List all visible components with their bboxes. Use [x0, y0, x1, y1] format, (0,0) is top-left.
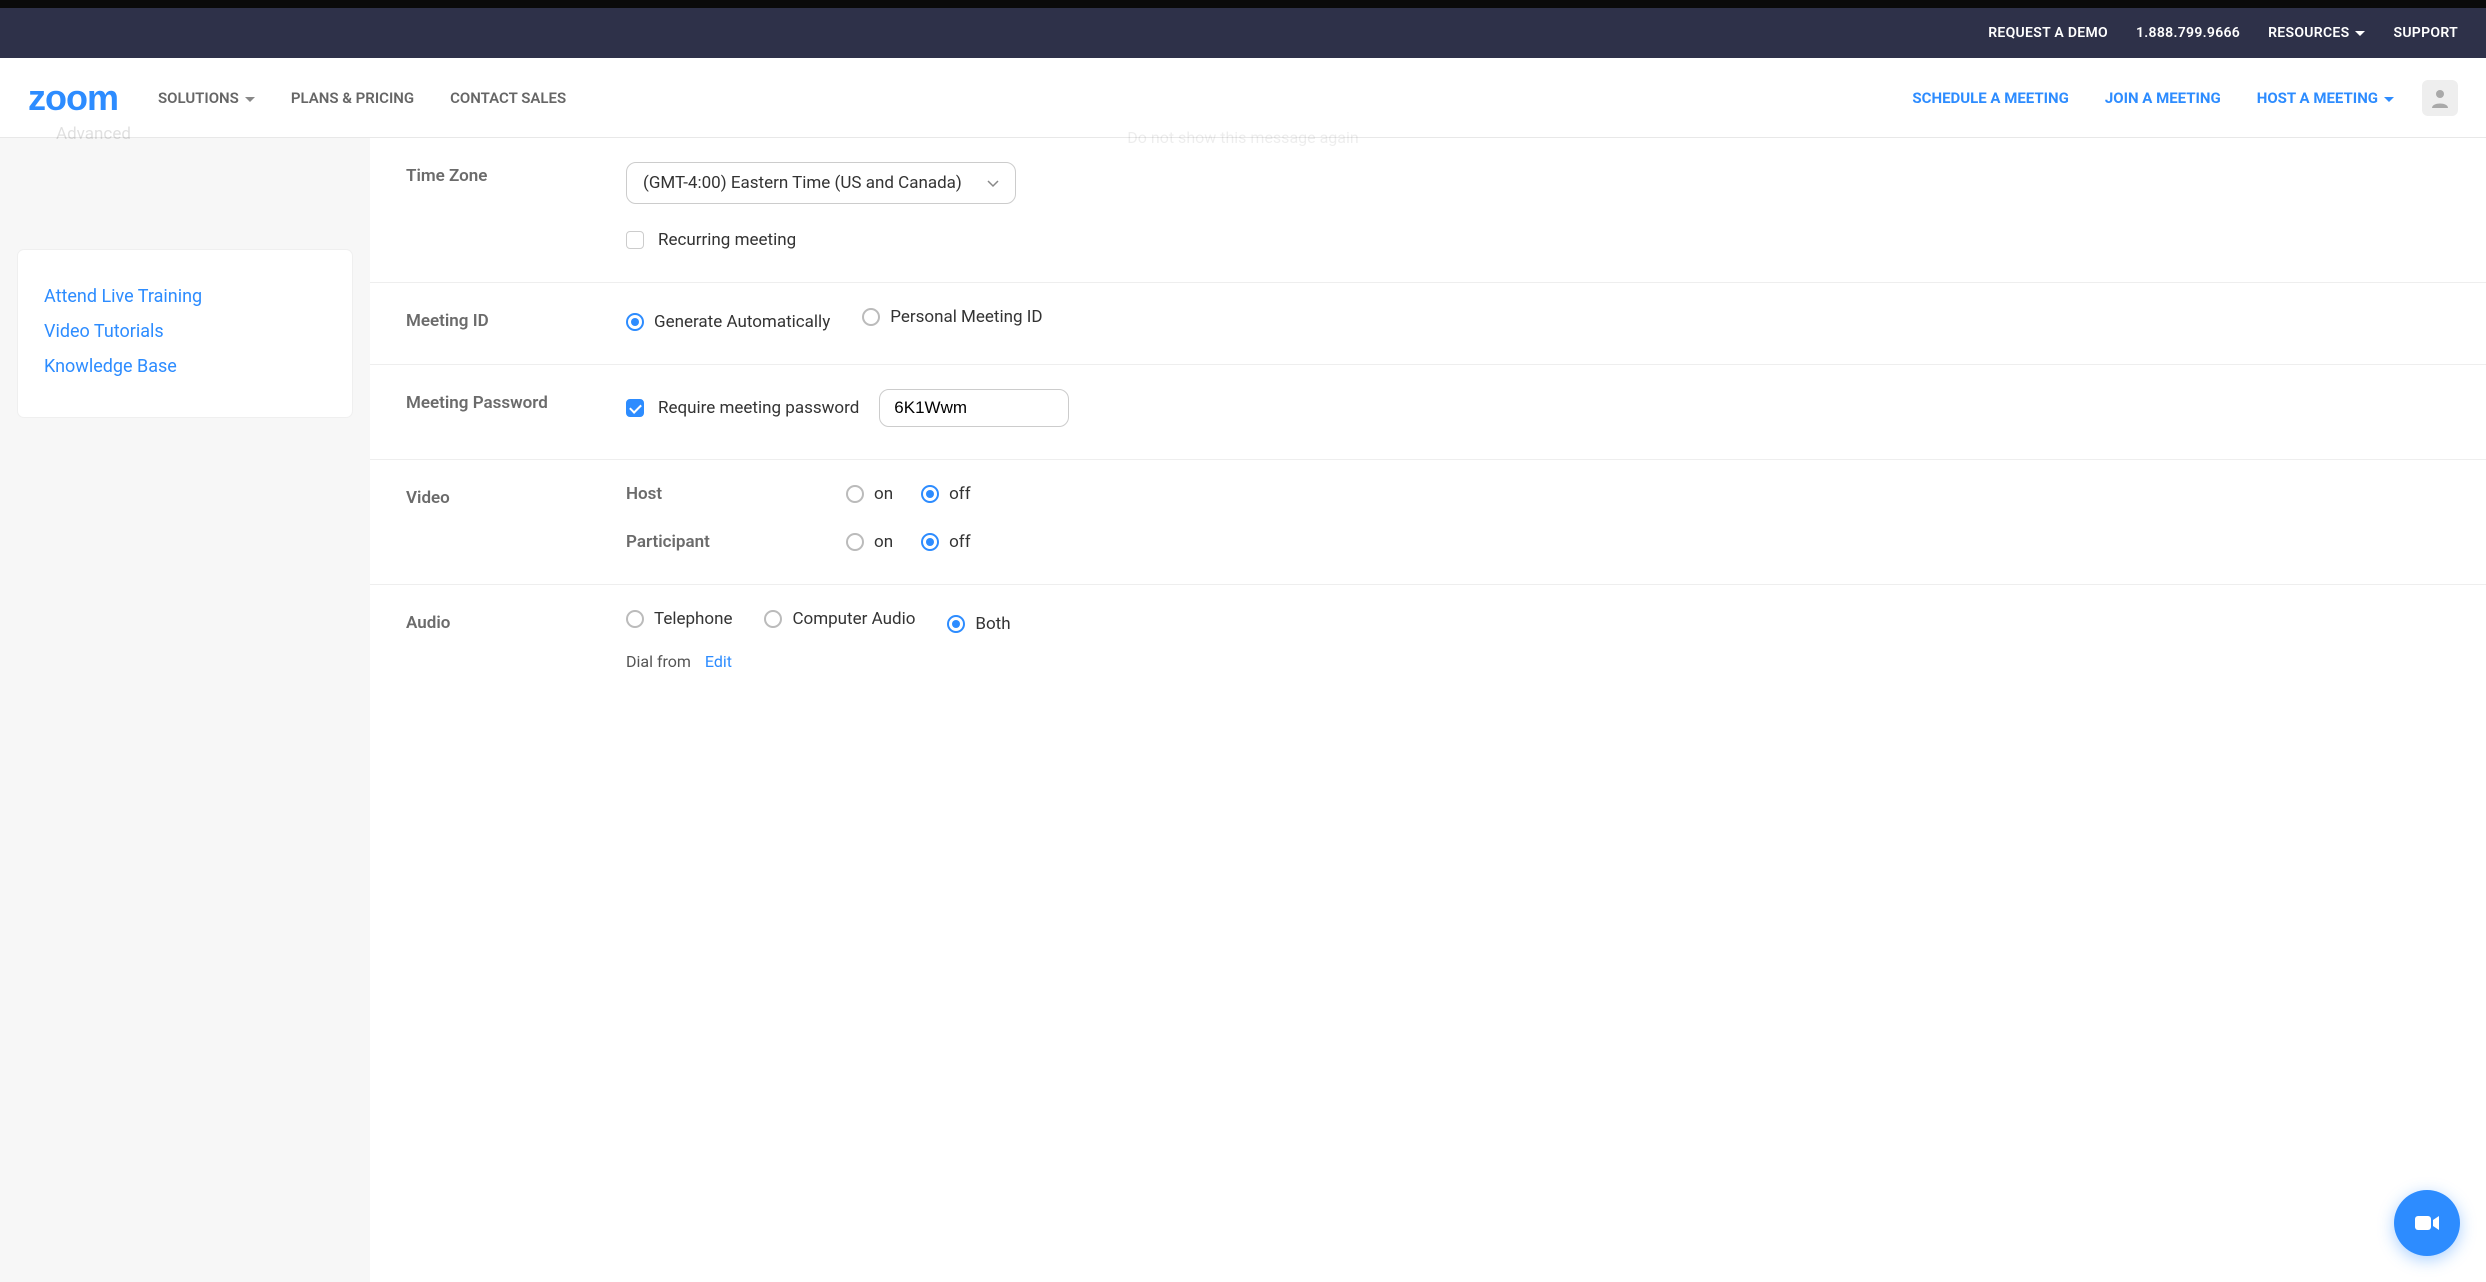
participant-video-on-radio[interactable]: on — [846, 532, 893, 552]
meeting-id-pmi-radio[interactable]: Personal Meeting ID — [862, 307, 1042, 327]
section-timezone: Time Zone (GMT-4:00) Eastern Time (US an… — [370, 138, 2486, 283]
audio-both-label: Both — [975, 614, 1010, 634]
caret-down-icon — [2355, 25, 2365, 41]
video-host-label: Host — [626, 484, 846, 504]
radio-icon — [846, 533, 864, 551]
schedule-meeting-link[interactable]: SCHEDULE A MEETING — [1912, 89, 2068, 107]
radio-icon — [921, 533, 939, 551]
section-video: Video Host on off Participant — [370, 460, 2486, 585]
require-password-label: Require meeting password — [658, 398, 859, 418]
page-layout: Attend Live Training Video Tutorials Kno… — [0, 138, 2486, 1282]
recurring-label: Recurring meeting — [658, 230, 796, 250]
chat-fab-button[interactable] — [2394, 1190, 2460, 1256]
help-links-box: Attend Live Training Video Tutorials Kno… — [18, 250, 352, 417]
browser-top-strip — [0, 0, 2486, 8]
radio-icon — [764, 610, 782, 628]
user-icon — [2428, 86, 2452, 110]
radio-icon — [862, 308, 880, 326]
nav-right-group: SCHEDULE A MEETING JOIN A MEETING HOST A… — [1876, 80, 2458, 116]
meeting-id-pmi-label: Personal Meeting ID — [890, 307, 1042, 327]
audio-telephone-label: Telephone — [654, 609, 733, 629]
chevron-down-icon — [987, 173, 999, 193]
resources-label: RESOURCES — [2268, 25, 2349, 41]
section-audio: Audio Telephone Computer Audio Both Dial… — [370, 585, 2486, 703]
video-label: Video — [406, 484, 626, 552]
recurring-checkbox[interactable] — [626, 231, 644, 249]
profile-avatar[interactable] — [2422, 80, 2458, 116]
password-label: Meeting Password — [406, 389, 626, 427]
audio-both-radio[interactable]: Both — [947, 614, 1010, 634]
dial-from-label: Dial from — [626, 652, 691, 671]
on-label: on — [874, 484, 893, 504]
caret-down-icon — [2384, 89, 2394, 107]
meeting-id-auto-radio[interactable]: Generate Automatically — [626, 312, 830, 332]
off-label: off — [949, 484, 971, 504]
video-participant-label: Participant — [626, 532, 846, 552]
resources-dropdown[interactable]: RESOURCES — [2268, 25, 2365, 41]
radio-icon — [921, 485, 939, 503]
nav-left-group: SOLUTIONS PLANS & PRICING CONTACT SALES — [158, 89, 602, 107]
host-video-off-radio[interactable]: off — [921, 484, 971, 504]
on-label: on — [874, 532, 893, 552]
solutions-dropdown[interactable]: SOLUTIONS — [158, 89, 255, 107]
top-utility-bar: REQUEST A DEMO 1.888.799.9666 RESOURCES … — [0, 8, 2486, 58]
support-link[interactable]: SUPPORT — [2393, 25, 2458, 41]
phone-number[interactable]: 1.888.799.9666 — [2136, 25, 2240, 41]
timezone-select[interactable]: (GMT-4:00) Eastern Time (US and Canada) — [626, 162, 1016, 204]
plans-pricing-link[interactable]: PLANS & PRICING — [291, 89, 414, 107]
audio-label: Audio — [406, 609, 626, 671]
radio-icon — [626, 610, 644, 628]
video-camera-icon — [2411, 1207, 2443, 1239]
section-meeting-id: Meeting ID Generate Automatically Person… — [370, 283, 2486, 365]
side-column: Attend Live Training Video Tutorials Kno… — [0, 138, 370, 1282]
section-password: Meeting Password Require meeting passwor… — [370, 365, 2486, 460]
sidebar-link-training[interactable]: Attend Live Training — [44, 286, 326, 307]
host-video-on-radio[interactable]: on — [846, 484, 893, 504]
join-meeting-link[interactable]: JOIN A MEETING — [2105, 89, 2221, 107]
radio-icon — [846, 485, 864, 503]
contact-sales-link[interactable]: CONTACT SALES — [450, 89, 566, 107]
sidebar-link-knowledge[interactable]: Knowledge Base — [44, 356, 326, 377]
audio-telephone-radio[interactable]: Telephone — [626, 609, 733, 629]
sidebar-link-tutorials[interactable]: Video Tutorials — [44, 321, 326, 342]
audio-computer-label: Computer Audio — [792, 609, 915, 629]
meeting-id-label: Meeting ID — [406, 307, 626, 332]
participant-video-off-radio[interactable]: off — [921, 532, 971, 552]
caret-down-icon — [245, 89, 255, 107]
request-demo-link[interactable]: REQUEST A DEMO — [1988, 25, 2108, 41]
dial-edit-link[interactable]: Edit — [705, 652, 732, 671]
zoom-logo[interactable]: zoom — [28, 77, 118, 119]
meeting-id-auto-label: Generate Automatically — [654, 312, 830, 332]
schedule-form: Time Zone (GMT-4:00) Eastern Time (US an… — [370, 138, 2486, 1282]
main-nav: Advanced Do not show this message again … — [0, 58, 2486, 138]
password-input[interactable] — [879, 389, 1069, 427]
timezone-value: (GMT-4:00) Eastern Time (US and Canada) — [643, 173, 962, 193]
radio-icon — [947, 615, 965, 633]
timezone-label: Time Zone — [406, 162, 626, 250]
off-label: off — [949, 532, 971, 552]
solutions-label: SOLUTIONS — [158, 89, 239, 107]
host-meeting-label: HOST A MEETING — [2257, 89, 2378, 107]
radio-icon — [626, 313, 644, 331]
audio-computer-radio[interactable]: Computer Audio — [764, 609, 915, 629]
require-password-checkbox[interactable] — [626, 399, 644, 417]
host-meeting-dropdown[interactable]: HOST A MEETING — [2257, 89, 2394, 107]
